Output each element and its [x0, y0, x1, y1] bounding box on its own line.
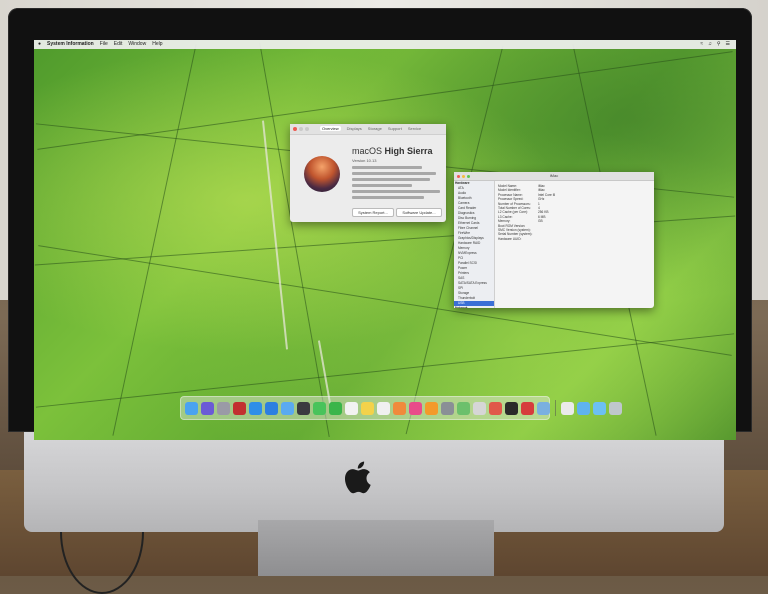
downloads-folder-icon[interactable] [577, 401, 590, 415]
photo-app-icon[interactable] [473, 401, 486, 415]
os-name-bold: High Sierra [384, 146, 433, 156]
system-information-window: iMac Hardware ATA Audio Bluetooth Camera Card… [454, 172, 654, 308]
sysinfo-content: Model Name: iMac Model Identifier: iMac Proc… [498, 184, 648, 241]
quicktime-icon[interactable] [297, 401, 310, 415]
app-store-icon[interactable] [265, 401, 278, 415]
system-report-button[interactable]: System Report... [352, 208, 394, 217]
game-icon[interactable] [521, 401, 534, 415]
tab-support[interactable]: Support [388, 126, 402, 131]
safari-icon[interactable] [249, 401, 262, 415]
photos-icon[interactable] [393, 401, 406, 415]
photo-booth-icon[interactable] [233, 401, 246, 415]
minimize-button[interactable] [299, 127, 303, 131]
spec-line [352, 178, 430, 181]
about-tabs: Overview Displays Storage Support Servic… [320, 126, 421, 131]
chess-icon[interactable] [489, 401, 502, 415]
utility-icon[interactable] [537, 401, 550, 415]
trash-icon[interactable] [609, 401, 622, 415]
maps-icon[interactable] [457, 401, 470, 415]
sysinfo-sidebar: Hardware ATA Audio Bluetooth Camera Card Read… [454, 181, 495, 308]
tab-displays[interactable]: Displays [347, 126, 362, 131]
about-titlebar: Overview Displays Storage Support Servic… [290, 124, 446, 135]
itunes-icon[interactable] [409, 401, 422, 415]
sidebar-section-header: Network [455, 306, 468, 308]
menu-help[interactable]: Help [152, 40, 162, 49]
spec-line [352, 184, 412, 187]
menu-window[interactable]: Window [128, 40, 146, 49]
os-version: Version 10.13 [352, 158, 377, 163]
imac-stand [258, 520, 494, 576]
os-name-light: macOS [352, 146, 385, 156]
spec-line [352, 190, 440, 193]
document-icon[interactable] [561, 401, 574, 415]
menu-edit[interactable]: Edit [114, 40, 123, 49]
os-name: macOS High Sierra [352, 146, 433, 156]
close-button[interactable] [293, 127, 297, 131]
dock-separator [555, 400, 556, 416]
tab-storage[interactable]: Storage [368, 126, 382, 131]
desktop-screen: ● System Information File Edit Window He… [34, 40, 736, 440]
zoom-button[interactable] [305, 127, 309, 131]
sysinfo-title: iMac [549, 173, 559, 178]
mail-icon[interactable] [281, 401, 294, 415]
facetime-icon[interactable] [329, 401, 342, 415]
applications-folder-icon[interactable] [593, 401, 606, 415]
spec-line [352, 172, 436, 175]
menu-bar: ● System Information File Edit Window He… [34, 40, 736, 49]
wifi-icon[interactable]: ≈ [700, 40, 703, 49]
high-sierra-icon [304, 156, 340, 192]
launchpad-icon[interactable] [217, 401, 230, 415]
sysinfo-titlebar: iMac [454, 172, 654, 181]
spec-line [352, 196, 424, 199]
software-update-button[interactable]: Software Update... [396, 208, 442, 217]
tab-overview[interactable]: Overview [320, 126, 341, 131]
info-value [538, 237, 648, 241]
ibooks-icon[interactable] [425, 401, 438, 415]
siri-icon[interactable] [201, 401, 214, 415]
notes-icon[interactable] [361, 401, 374, 415]
info-key: Hardware UUID: [498, 236, 522, 241]
apple-menu-icon[interactable]: ● [38, 40, 41, 49]
dock [180, 396, 622, 420]
finder-icon[interactable] [185, 401, 198, 415]
tab-service[interactable]: Service [408, 126, 421, 131]
messages-icon[interactable] [313, 401, 326, 415]
notification-center-icon[interactable]: ☰ [726, 40, 730, 49]
reminders-icon[interactable] [377, 401, 390, 415]
system-preferences-icon[interactable] [441, 401, 454, 415]
menu-app-name[interactable]: System Information [47, 40, 94, 49]
about-this-mac-window: Overview Displays Storage Support Servic… [290, 124, 446, 222]
menu-file[interactable]: File [100, 40, 108, 49]
terminal-icon[interactable] [505, 401, 518, 415]
info-row: Hardware UUID: [498, 237, 648, 241]
apple-logo-icon [344, 461, 371, 494]
volume-icon[interactable]: ♫ [708, 40, 712, 49]
spotlight-icon[interactable]: ⚲ [717, 40, 721, 49]
spec-line [352, 166, 422, 169]
calendar-icon[interactable] [345, 401, 358, 415]
